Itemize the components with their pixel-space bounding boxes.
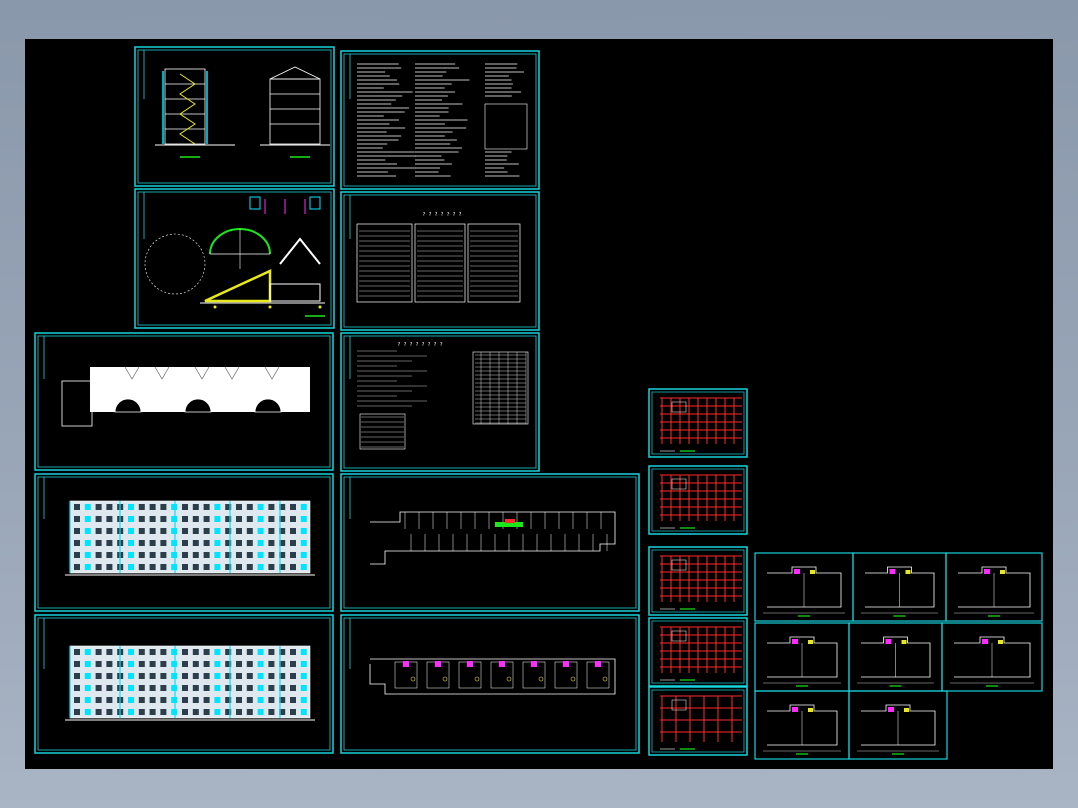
sheet-unit-plan-5[interactable]	[848, 622, 943, 692]
sheet-unit-plan-1[interactable]	[754, 552, 854, 622]
sheet-structural-grid-3[interactable]	[648, 546, 748, 616]
sheet-structural-grid-1[interactable]	[648, 388, 748, 458]
sheet-front-elevation[interactable]	[34, 473, 334, 612]
sheet-unit-plan-3[interactable]	[945, 552, 1043, 622]
sheet-roof-plan[interactable]	[34, 332, 334, 471]
sheet-structural-grid-4[interactable]	[648, 617, 748, 687]
sheet-structural-grid-5[interactable]	[648, 686, 748, 756]
sheet-unit-plan-2[interactable]	[852, 552, 947, 622]
sheet-roof-details[interactable]	[134, 188, 335, 329]
sheet-door-window-schedule[interactable]: ? ? ? ? ? ? ?	[340, 191, 540, 331]
drawing-canvas[interactable]: ? ? ? ? ? ? ? ? ? ? ? ? ? ? ?	[25, 39, 1053, 769]
sheet-elevation-section[interactable]	[134, 46, 335, 187]
sheet-unit-plan-8[interactable]	[848, 690, 948, 760]
sheet-floor-plan-2[interactable]	[340, 614, 640, 754]
schedule-title: ? ? ? ? ? ? ?	[422, 212, 461, 218]
sheet-unit-plan-7[interactable]	[754, 690, 850, 760]
sheet-structural-grid-2[interactable]	[648, 465, 748, 535]
sheet-rear-elevation[interactable]	[34, 614, 334, 754]
sheet-schedule-tables[interactable]: ? ? ? ? ? ? ? ?	[340, 332, 540, 472]
sheet-design-notes[interactable]	[340, 50, 540, 190]
sheet-floor-plan-1[interactable]	[340, 473, 640, 612]
sheet-unit-plan-6[interactable]	[941, 622, 1043, 692]
tables-title: ? ? ? ? ? ? ? ?	[397, 342, 442, 348]
drawing-svg: ? ? ? ? ? ? ? ? ? ? ? ? ? ? ?	[34, 46, 1043, 760]
sheet-unit-plan-4[interactable]	[754, 622, 850, 692]
